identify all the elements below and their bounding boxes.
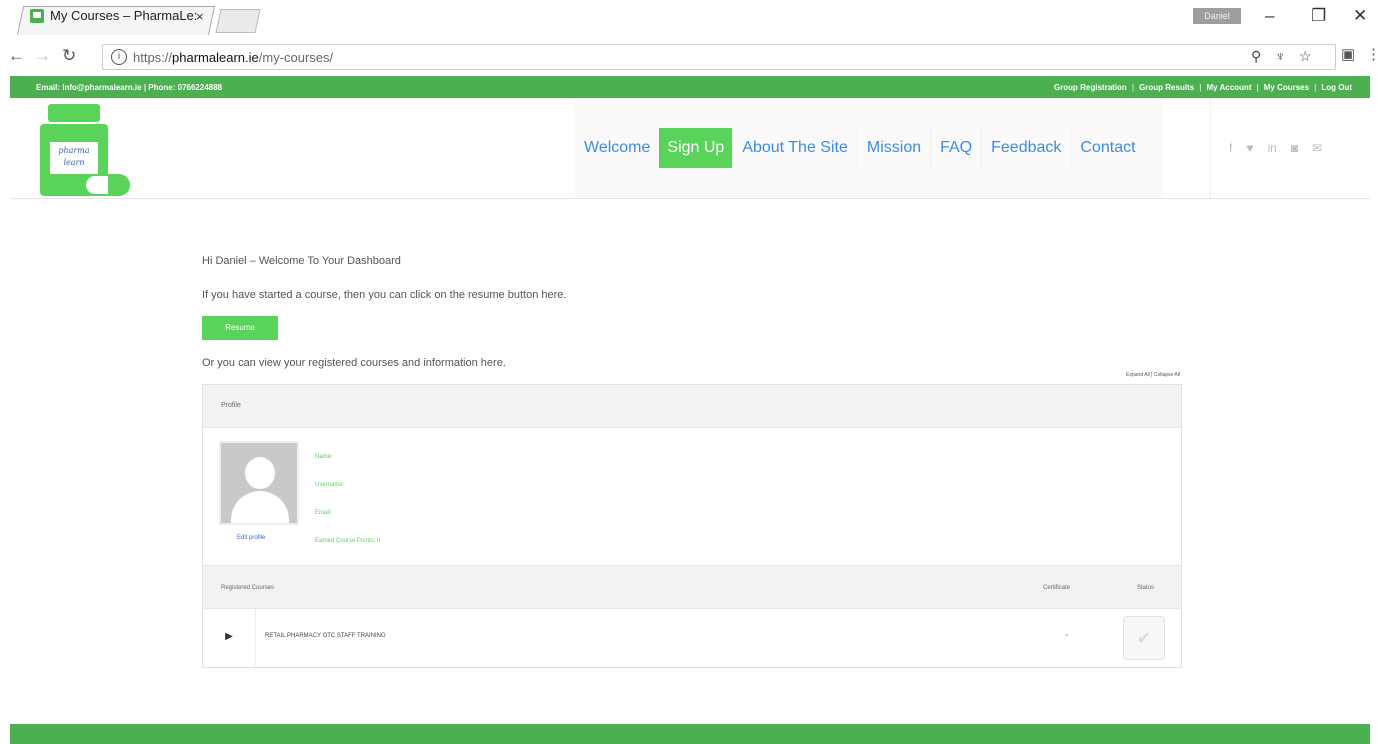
- nav-contact[interactable]: Contact: [1070, 128, 1144, 168]
- profile-heading: Profile: [203, 385, 1181, 428]
- logo-pill-icon: [84, 174, 130, 196]
- email-icon[interactable]: ✉: [1312, 141, 1322, 155]
- minimize-icon[interactable]: –: [1265, 6, 1274, 26]
- linkedin-icon[interactable]: in: [1267, 141, 1276, 155]
- restore-icon[interactable]: ❐: [1311, 6, 1326, 26]
- certificate-column-header: Certificate: [1043, 585, 1071, 591]
- profile-username-label: Username:: [315, 482, 345, 488]
- profile-name-label: Name:: [315, 454, 333, 460]
- main-nav: Welcome Sign Up About The Site Mission F…: [575, 98, 1163, 198]
- resume-instructions: If you have started a course, then you c…: [202, 289, 567, 301]
- courses-instructions: Or you can view your registered courses …: [202, 357, 506, 369]
- key-icon[interactable]: ♆: [1275, 48, 1286, 64]
- nav-about-the-site[interactable]: About The Site: [732, 128, 857, 168]
- logo-text: pharma learn: [50, 142, 98, 174]
- bookmark-star-icon[interactable]: ☆: [1299, 48, 1312, 65]
- social-links: f ♥ in ◙ ✉: [1210, 98, 1322, 198]
- resume-button[interactable]: Resume: [202, 316, 278, 340]
- table-row: ▶ RETAIL PHARMACY OTC STAFF TRAINING - ✔: [203, 608, 1181, 666]
- collapse-all-link[interactable]: Collapse All: [1154, 372, 1180, 378]
- profile-courses-panel: Profile Edit profile Name: Username: Ema…: [202, 384, 1182, 668]
- expand-all-link[interactable]: Expand All: [1126, 372, 1150, 378]
- status-check-icon: ✔: [1123, 616, 1165, 660]
- new-tab-button[interactable]: [215, 9, 261, 33]
- site-logo[interactable]: pharma learn: [40, 104, 134, 200]
- edit-profile-link[interactable]: Edit profile: [237, 535, 265, 541]
- back-icon[interactable]: ←: [8, 46, 25, 66]
- nav-sign-up[interactable]: Sign Up: [659, 128, 733, 168]
- site-header: pharma learn Welcome Sign Up About The S…: [10, 98, 1370, 199]
- top-link-group-registration[interactable]: Group Registration: [1054, 83, 1127, 92]
- profile-email-label: Email:: [315, 510, 332, 516]
- nav-welcome[interactable]: Welcome: [575, 128, 659, 168]
- site-footer: [10, 724, 1370, 744]
- site-info-icon[interactable]: i: [111, 49, 127, 65]
- nav-faq[interactable]: FAQ: [930, 128, 981, 168]
- registered-courses-heading: Registered Courses: [221, 585, 275, 591]
- courses-table-header: Registered Courses Certificate Status: [203, 565, 1181, 609]
- course-name[interactable]: RETAIL PHARMACY OTC STAFF TRAINING: [265, 633, 386, 639]
- url-input[interactable]: i https://pharmalearn.ie/my-courses/ ⚲ ♆…: [102, 44, 1336, 70]
- course-certificate: -: [1065, 630, 1069, 641]
- reload-icon[interactable]: ↻: [62, 46, 76, 66]
- site-favicon-icon: [30, 8, 44, 23]
- logo-jar-lid: [48, 104, 100, 122]
- twitter-icon[interactable]: ♥: [1246, 141, 1253, 155]
- contact-info: Email: info@pharmalearn.ie | Phone: 0766…: [36, 83, 223, 92]
- avatar: [219, 441, 299, 525]
- top-info-bar: Email: info@pharmalearn.ie | Phone: 0766…: [10, 76, 1370, 98]
- zoom-icon[interactable]: ⚲: [1251, 48, 1261, 65]
- browser-tab-bar: My Courses – PharmaLe: × Daniel – ❐ ✕: [0, 0, 1377, 36]
- url-text[interactable]: https://pharmalearn.ie/my-courses/: [133, 50, 333, 65]
- expand-row-icon[interactable]: ▶: [203, 608, 256, 666]
- facebook-icon[interactable]: f: [1229, 141, 1232, 155]
- browser-menu-icon[interactable]: ⋮: [1366, 45, 1377, 63]
- dashboard-greeting: Hi Daniel – Welcome To Your Dashboard: [202, 255, 401, 267]
- browser-tab-title: My Courses – PharmaLe:: [50, 8, 198, 23]
- instagram-icon[interactable]: ◙: [1291, 141, 1298, 155]
- top-link-group-results[interactable]: Group Results: [1139, 83, 1194, 92]
- top-link-log-out[interactable]: Log Out: [1321, 83, 1352, 92]
- top-link-my-courses[interactable]: My Courses: [1264, 83, 1309, 92]
- address-bar-row: ← → ↻ i https://pharmalearn.ie/my-course…: [0, 40, 1377, 72]
- browser-tab-content[interactable]: My Courses – PharmaLe:: [30, 8, 197, 23]
- forward-icon[interactable]: →: [34, 46, 51, 66]
- profile-points-label: Earned Course Points: 0: [315, 538, 381, 544]
- top-links: Group Registration | Group Results | My Ac…: [1053, 83, 1352, 92]
- profile-badge[interactable]: Daniel: [1193, 8, 1241, 24]
- nav-mission[interactable]: Mission: [856, 128, 930, 168]
- nav-feedback[interactable]: Feedback: [981, 128, 1070, 168]
- extension-icon[interactable]: ▣: [1341, 45, 1355, 63]
- expand-collapse-links: Expand All | Collapse All: [1126, 372, 1180, 378]
- status-column-header: Status: [1137, 585, 1155, 591]
- window-close-icon[interactable]: ✕: [1353, 6, 1367, 26]
- tab-close-icon[interactable]: ×: [196, 9, 204, 24]
- top-link-my-account[interactable]: My Account: [1206, 83, 1251, 92]
